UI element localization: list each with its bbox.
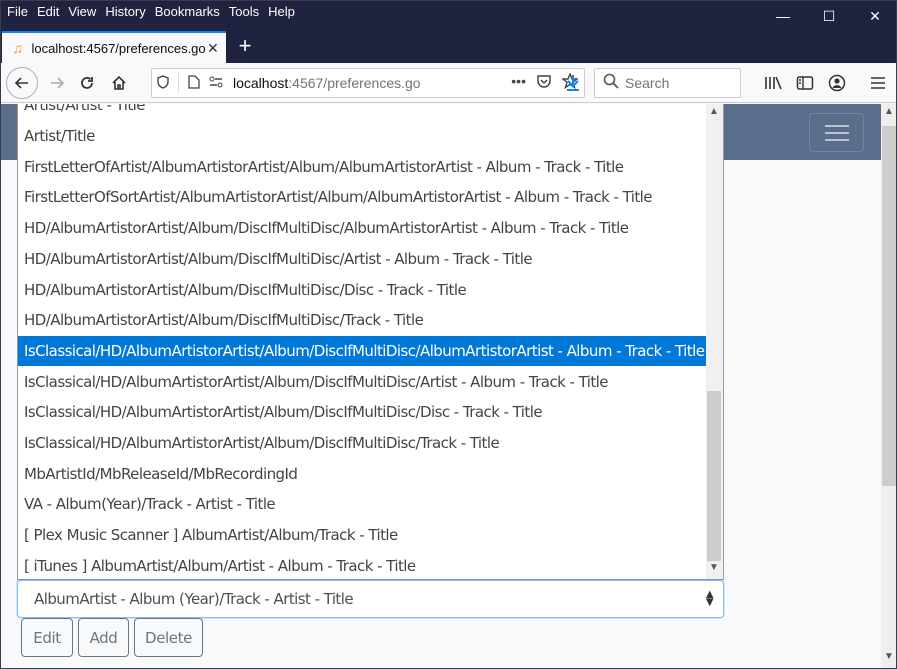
home-button[interactable] [103,67,135,99]
list-option[interactable]: VA - Album(Year)/Track - Artist - Title [18,489,707,520]
toggler-bar [824,124,849,127]
shield-icon[interactable] [152,74,174,92]
tab-title: localhost:4567/preferences.go [31,40,206,56]
list-option[interactable]: HD/AlbumArtistorArtist/Album/DiscIfMulti… [18,244,707,275]
format-select-value: AlbumArtist - Album (Year)/Track - Artis… [34,590,354,608]
pocket-icon[interactable] [536,73,552,92]
menu-bar: File Edit View History Bookmarks Tools Help [7,4,304,19]
list-option[interactable]: IsClassical/HD/AlbumArtistorArtist/Album… [18,366,707,397]
library-button[interactable] [759,67,787,99]
scroll-up-icon[interactable]: ▲ [881,106,896,122]
app-menu-button[interactable] [864,67,892,99]
page-scrollbar[interactable]: ▲ ▼ [881,104,896,668]
arrow-left-icon [14,77,28,89]
home-icon [112,75,126,90]
list-scroll-up-icon[interactable]: ▲ [706,106,722,122]
list-scroll-thumb[interactable] [707,391,721,561]
arrow-right-icon [51,77,65,89]
list-option[interactable]: IsClassical/HD/AlbumArtistorArtist/Album… [18,397,707,428]
list-option[interactable]: [ Plex Music Scanner ] AlbumArtist/Album… [18,520,707,551]
url-separator [178,73,179,93]
reload-button[interactable] [71,67,103,99]
search-placeholder: Search [625,75,670,91]
select-arrows-icon: ▲ ▼ [705,589,714,608]
list-option[interactable]: Artist/Artist - Title [18,104,707,121]
sidebar-button[interactable] [791,67,819,99]
list-option[interactable]: MbArtistId/MbReleaseId/MbRecordingId [18,458,707,489]
format-options-list[interactable]: [ iTunes ] AlbumArtist/Album/Artist - Al… [17,104,724,580]
search-box[interactable]: Search [594,68,741,98]
list-option[interactable]: [ iTunes ] AlbumArtist/Album/Artist - Al… [18,551,707,580]
close-tab-icon[interactable]: ✕ [206,40,220,57]
hamburger-menu-icon [871,77,885,89]
account-button[interactable] [823,67,851,99]
tab-preferences[interactable]: ♫ localhost:4567/preferences.go ✕ [2,31,226,63]
sidebar-icon [796,76,814,90]
maximize-button[interactable]: ☐ [806,1,852,31]
music-note-icon: ♫ [12,40,23,56]
menu-bookmarks[interactable]: Bookmarks [155,4,225,19]
account-icon [828,74,846,92]
url-bar[interactable]: localhost:4567/preferences.go ••• [151,68,585,98]
edit-button[interactable]: Edit [21,618,73,657]
list-option[interactable]: HD/AlbumArtistorArtist/Album/DiscIfMulti… [18,305,707,336]
list-scroll-down-icon[interactable]: ▼ [706,562,722,578]
search-icon [603,73,619,93]
forward-button[interactable] [41,67,73,99]
scroll-down-icon[interactable]: ▼ [881,651,896,667]
url-host: localhost [233,75,289,91]
navbar-toggler-button[interactable] [809,113,864,152]
permissions-icon[interactable] [205,76,227,91]
menu-history[interactable]: History [105,4,150,19]
menu-file[interactable]: File [7,4,33,19]
tab-bar: ♫ localhost:4567/preferences.go ✕ + [1,31,896,63]
menu-tools[interactable]: Tools [229,4,264,19]
toggler-bar [824,138,849,141]
browser-window: File Edit View History Bookmarks Tools Help — … [0,0,897,669]
back-button[interactable] [6,67,38,99]
more-actions-icon[interactable]: ••• [511,73,526,92]
download-arrow-icon [567,75,579,91]
title-bar: File Edit View History Bookmarks Tools Help — … [1,1,896,31]
menu-view[interactable]: View [68,4,101,19]
add-button[interactable]: Add [78,618,129,657]
list-option[interactable]: IsClassical/HD/AlbumArtistorArtist/Album… [18,335,707,367]
list-scrollbar[interactable]: ▲ ▼ [706,104,723,579]
url-path: :4567/preferences.go [288,75,421,91]
list-option[interactable]: FirstLetterOfSortArtist/AlbumArtistorArt… [18,182,707,213]
page-icon[interactable] [183,74,205,92]
new-tab-button[interactable]: + [233,35,257,59]
list-option[interactable]: Artist/Title [18,121,707,152]
downloads-button[interactable] [561,67,585,99]
toggler-bar [824,131,849,134]
url-text[interactable]: localhost:4567/preferences.go [233,75,421,91]
list-option[interactable]: IsClassical/HD/AlbumArtistorArtist/Album… [18,428,707,459]
reload-icon [81,77,93,89]
list-option[interactable]: HD/AlbumArtistorArtist/Album/DiscIfMulti… [18,274,707,305]
menu-help[interactable]: Help [268,4,300,19]
window-controls: — ☐ ✕ [760,1,896,31]
navigation-toolbar: localhost:4567/preferences.go ••• Search [1,63,896,103]
list-option[interactable]: FirstLetterOfArtist/AlbumArtistorArtist/… [18,151,707,182]
page-scroll-thumb[interactable] [882,126,896,486]
library-icon [765,76,782,90]
list-option[interactable]: HD/AlbumArtistorArtist/Album/DiscIfMulti… [18,213,707,244]
menu-edit[interactable]: Edit [37,4,64,19]
format-select[interactable]: AlbumArtist - Album (Year)/Track - Artis… [17,580,724,618]
minimize-button[interactable]: — [760,1,806,31]
close-window-button[interactable]: ✕ [852,1,896,31]
delete-button[interactable]: Delete [134,618,203,657]
